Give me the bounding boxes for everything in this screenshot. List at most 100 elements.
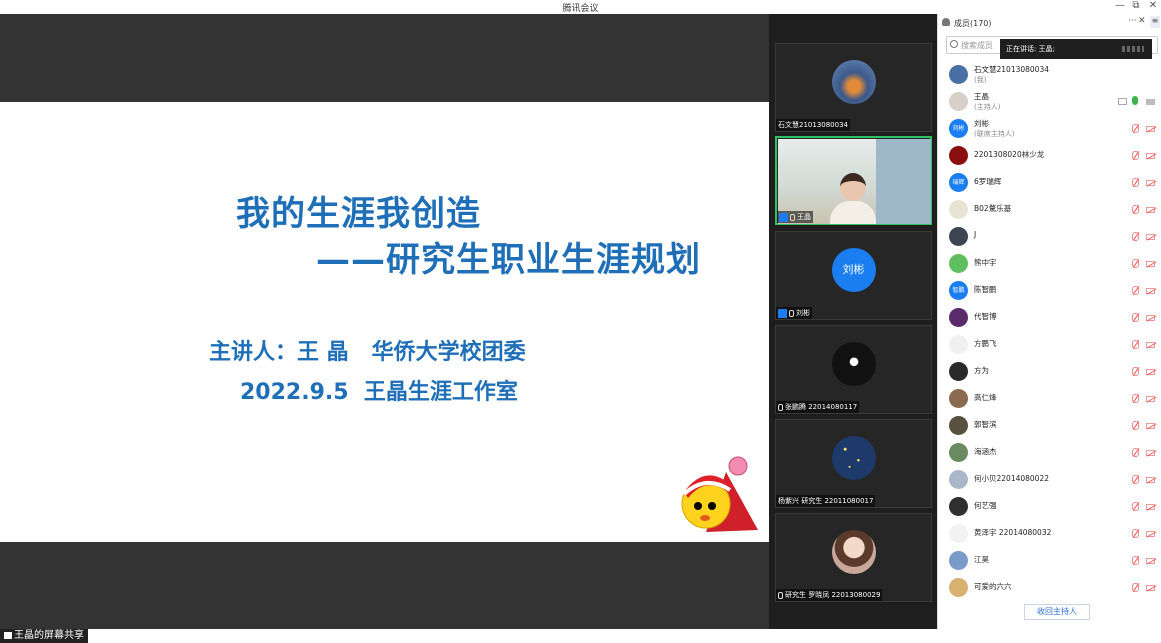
- member-row[interactable]: 高仁烽: [938, 386, 1161, 413]
- camera-off-icon[interactable]: [1146, 558, 1155, 564]
- close-panel-button[interactable]: ✕: [1138, 16, 1146, 26]
- participant-avatar: [831, 342, 876, 386]
- member-row[interactable]: 石文慧21013080034 (我): [938, 62, 1161, 89]
- close-button[interactable]: ✕: [1145, 0, 1161, 11]
- mic-muted-icon[interactable]: [1132, 583, 1139, 592]
- cohost-icon: [778, 308, 787, 318]
- camera-off-icon[interactable]: [1146, 261, 1155, 267]
- member-name: 熊中宇: [974, 258, 997, 267]
- tile-name: 杨紫兴 研究生 22011080017: [776, 495, 876, 507]
- screen-share-icon: [1118, 98, 1127, 105]
- mic-muted-icon[interactable]: [1132, 124, 1139, 133]
- member-row[interactable]: 方鹏飞: [938, 332, 1161, 359]
- slide-title: 我的生涯我创造: [236, 194, 481, 234]
- mic-muted-icon[interactable]: [1132, 421, 1139, 430]
- camera-off-icon[interactable]: [1146, 477, 1155, 483]
- member-row[interactable]: 瑞辉 6罗瑞辉: [938, 170, 1161, 197]
- member-name: 6罗瑞辉: [974, 177, 1002, 186]
- video-tile[interactable]: 石文慧21013080034: [775, 43, 932, 132]
- mic-muted-icon[interactable]: [1132, 502, 1139, 511]
- member-row[interactable]: 郭智滨: [938, 413, 1161, 440]
- member-row[interactable]: 可爱的六六: [938, 575, 1161, 602]
- member-row[interactable]: 刘彬 刘彬 (联席主持人): [938, 116, 1161, 143]
- member-row[interactable]: B02騖乐基: [938, 197, 1161, 224]
- video-tile-strip[interactable]: 石文慧21013080034 王晶 刘彬 刘彬 张鹏腾 22014080117 …: [769, 14, 937, 629]
- video-tile[interactable]: 杨紫兴 研究生 22011080017: [775, 419, 932, 508]
- mic-muted-icon[interactable]: [1132, 286, 1139, 295]
- camera-off-icon[interactable]: [1146, 234, 1155, 240]
- mascot-image: [681, 456, 758, 532]
- camera-off-icon[interactable]: [1146, 153, 1155, 159]
- video-tile-active-speaker[interactable]: 王晶: [775, 136, 932, 225]
- tile-name: 王晶: [777, 211, 813, 223]
- camera-off-icon[interactable]: [1146, 423, 1155, 429]
- mic-muted-icon[interactable]: [1132, 556, 1139, 565]
- member-row[interactable]: 江昊: [938, 548, 1161, 575]
- mic-muted-icon[interactable]: [1132, 151, 1139, 160]
- member-row[interactable]: 何艺强: [938, 494, 1161, 521]
- mic-on-icon[interactable]: [1132, 96, 1138, 105]
- mic-muted-icon[interactable]: [1132, 367, 1139, 376]
- audio-wave-icon: [1122, 46, 1144, 52]
- avatar: [949, 200, 968, 219]
- screen-share-label: 王晶的屏幕共享: [0, 629, 88, 643]
- panel-menu-button[interactable]: ≡: [1150, 16, 1160, 28]
- camera-off-icon[interactable]: [1146, 585, 1155, 591]
- mic-muted-icon[interactable]: [1132, 448, 1139, 457]
- mic-muted-icon[interactable]: [1132, 205, 1139, 214]
- member-name: 方为: [974, 366, 989, 375]
- camera-off-icon[interactable]: [1146, 180, 1155, 186]
- mic-muted-icon[interactable]: [1132, 475, 1139, 484]
- minimize-button[interactable]: —: [1112, 0, 1128, 11]
- avatar: [949, 362, 968, 381]
- member-row[interactable]: 何小贝22014080022: [938, 467, 1161, 494]
- camera-off-icon[interactable]: [1146, 207, 1155, 213]
- camera-icon[interactable]: [1146, 99, 1155, 105]
- member-row[interactable]: 代智博: [938, 305, 1161, 332]
- avatar: [949, 92, 968, 111]
- mic-icon: [778, 403, 783, 411]
- member-name: 江昊: [974, 555, 989, 564]
- camera-off-icon[interactable]: [1146, 315, 1155, 321]
- member-role: (主持人): [974, 103, 1001, 111]
- mic-muted-icon[interactable]: [1132, 313, 1139, 322]
- avatar: [949, 146, 968, 165]
- camera-off-icon[interactable]: [1146, 504, 1155, 510]
- member-row[interactable]: 方为: [938, 359, 1161, 386]
- member-row[interactable]: 黄泽宇 22014080032: [938, 521, 1161, 548]
- search-icon: [950, 40, 958, 48]
- camera-off-icon[interactable]: [1146, 288, 1155, 294]
- reclaim-host-button[interactable]: 收回主持人: [1024, 604, 1090, 620]
- member-row[interactable]: 智鹏 陈智鹏: [938, 278, 1161, 305]
- video-tile[interactable]: 研究生 罗晓凤 22013080029: [775, 513, 932, 602]
- tile-name: 刘彬: [776, 307, 812, 319]
- member-row[interactable]: 2201308020林少龙: [938, 143, 1161, 170]
- mic-muted-icon[interactable]: [1132, 394, 1139, 403]
- mic-muted-icon[interactable]: [1132, 529, 1139, 538]
- mic-muted-icon[interactable]: [1132, 259, 1139, 268]
- member-row[interactable]: J: [938, 224, 1161, 251]
- participant-avatar: [831, 60, 876, 104]
- camera-off-icon[interactable]: [1146, 450, 1155, 456]
- more-options-button[interactable]: ···: [1128, 16, 1137, 26]
- restore-button[interactable]: ⧉: [1128, 0, 1144, 11]
- title-bar: 腾讯会议 — ⧉ ✕: [0, 0, 1161, 14]
- tile-name: 石文慧21013080034: [776, 119, 850, 131]
- member-row[interactable]: 海涵杰: [938, 440, 1161, 467]
- member-row[interactable]: 熊中宇: [938, 251, 1161, 278]
- video-tile[interactable]: 张鹏腾 22014080117: [775, 325, 932, 414]
- camera-off-icon[interactable]: [1146, 531, 1155, 537]
- camera-off-icon[interactable]: [1146, 342, 1155, 348]
- member-row[interactable]: 王晶 (主持人): [938, 89, 1161, 116]
- camera-off-icon[interactable]: [1146, 396, 1155, 402]
- member-name: 海涵杰: [974, 447, 997, 456]
- member-name: 方鹏飞: [974, 339, 997, 348]
- camera-off-icon[interactable]: [1146, 369, 1155, 375]
- member-name: 黄泽宇 22014080032: [974, 528, 1052, 537]
- mic-muted-icon[interactable]: [1132, 178, 1139, 187]
- mic-muted-icon[interactable]: [1132, 232, 1139, 241]
- video-tile[interactable]: 刘彬 刘彬: [775, 231, 932, 320]
- camera-off-icon[interactable]: [1146, 126, 1155, 132]
- mic-muted-icon[interactable]: [1132, 340, 1139, 349]
- avatar: 智鹏: [949, 281, 968, 300]
